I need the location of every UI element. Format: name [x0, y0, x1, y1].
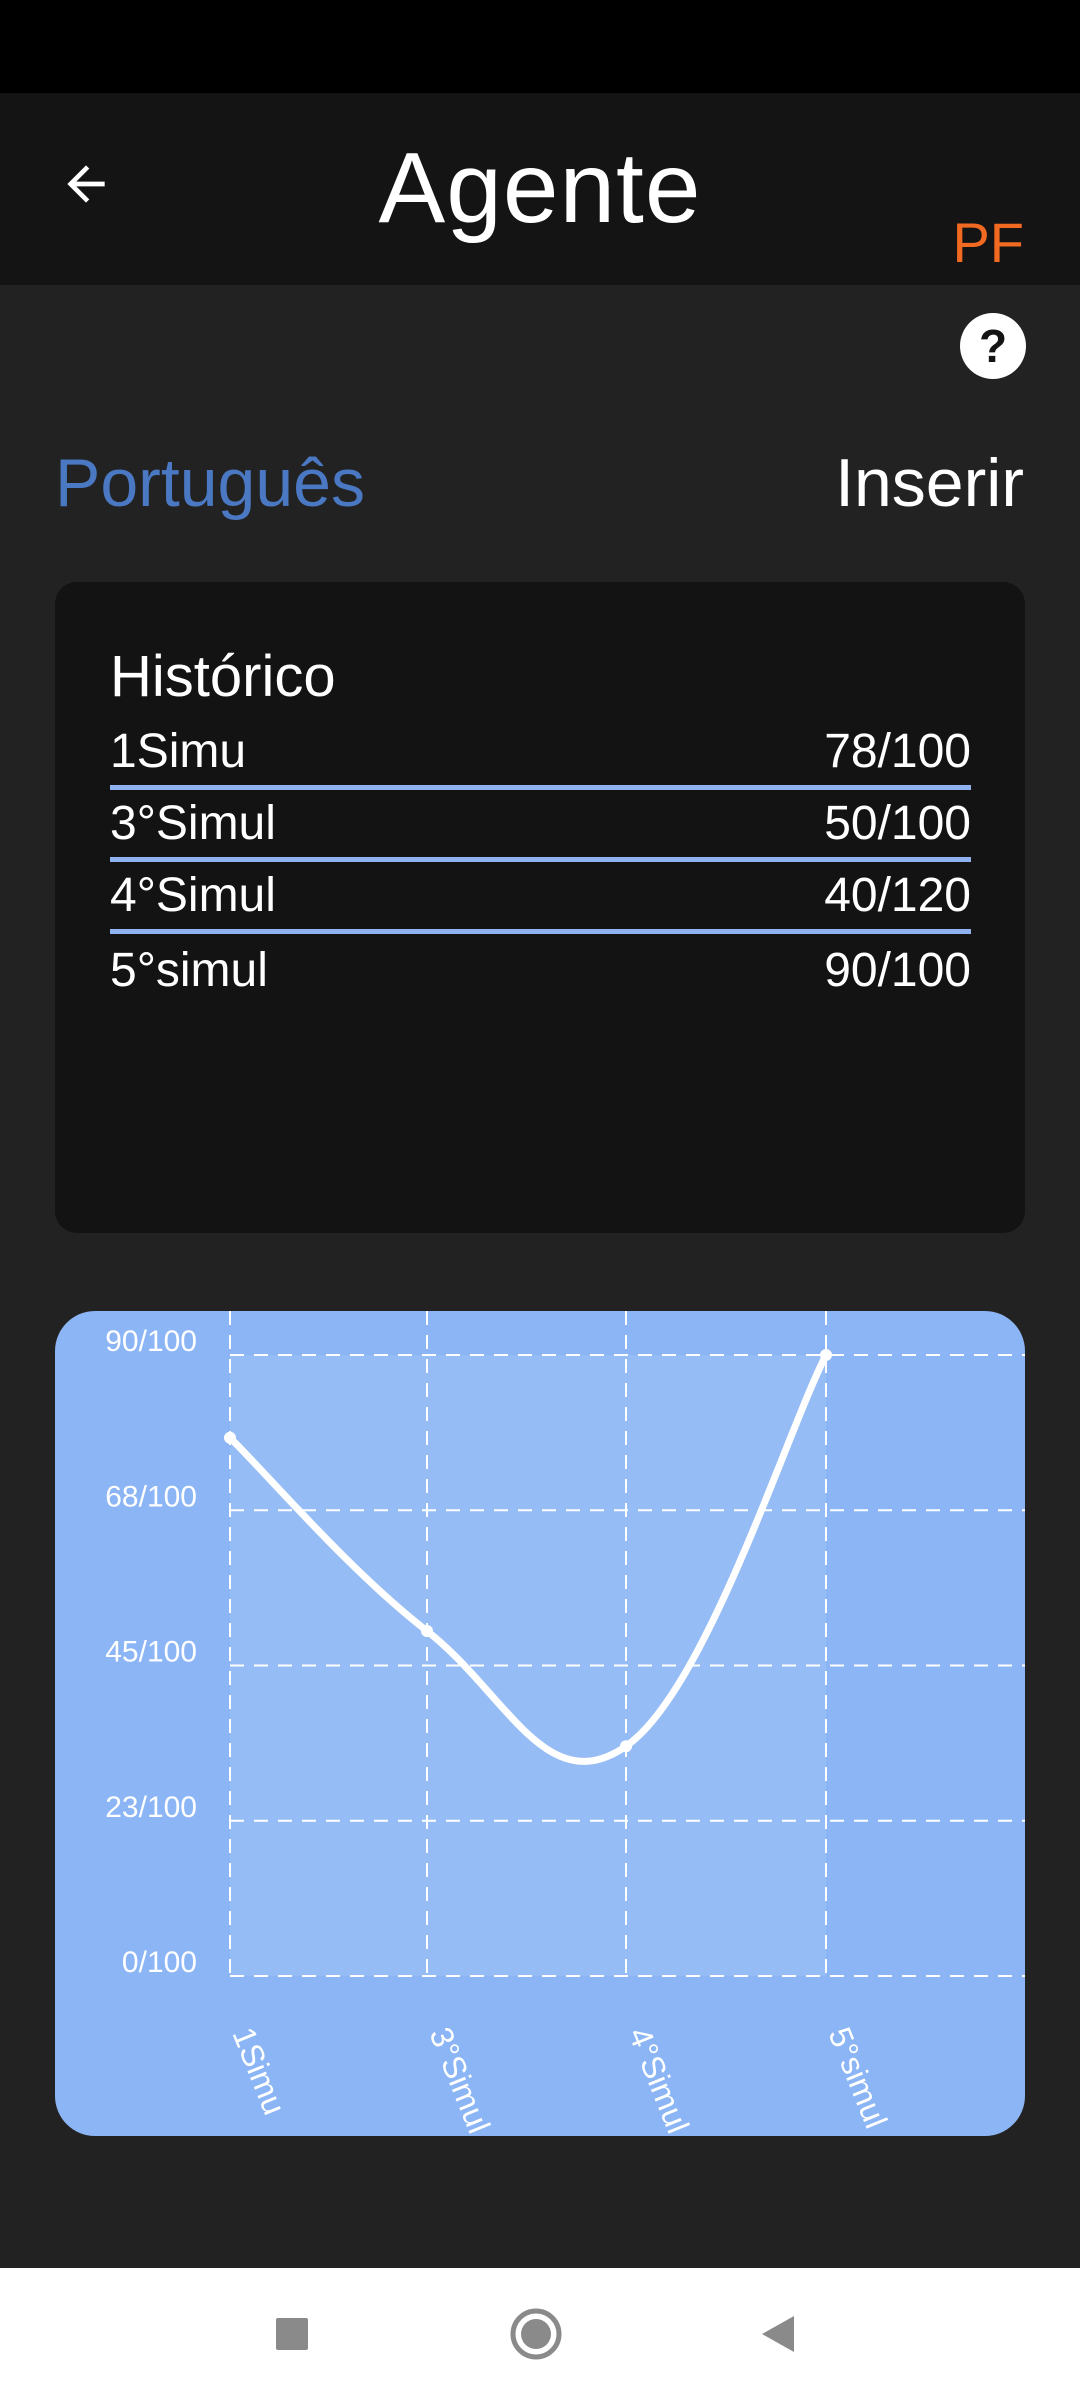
square-icon	[276, 2318, 308, 2350]
y-tick-label: 23/100	[105, 1791, 197, 1824]
y-tick-label: 45/100	[105, 1636, 197, 1669]
back-nav-button[interactable]	[742, 2298, 814, 2370]
circle-icon	[510, 2308, 562, 2360]
y-tick-label: 68/100	[105, 1480, 197, 1513]
history-row[interactable]: 3°Simul 50/100	[110, 790, 971, 862]
home-button[interactable]	[500, 2298, 572, 2370]
help-button[interactable]: ?	[960, 313, 1026, 379]
history-row-score: 40/120	[824, 869, 971, 922]
x-tick-label: 4°Simul	[622, 2022, 697, 2136]
history-row-score: 90/100	[824, 943, 971, 997]
history-row[interactable]: 4°Simul 40/120	[110, 862, 971, 934]
y-tick-label: 90/100	[105, 1325, 197, 1358]
app-title: Agente	[378, 132, 702, 244]
history-row-name: 4°Simul	[110, 869, 276, 922]
x-tick-label: 1Simu	[226, 2022, 293, 2120]
history-row-name: 1Simu	[110, 725, 247, 778]
status-bar	[0, 0, 1080, 93]
history-row-score: 78/100	[824, 725, 971, 778]
score-chart-svg: 0/100 23/100 45/100 68/100 90/100 1Simu 3°Simu…	[105, 1311, 1025, 2136]
app-bar: Agente PF	[0, 93, 1080, 285]
history-row[interactable]: 1Simu 78/100	[110, 718, 971, 790]
data-point	[620, 1740, 632, 1753]
history-row-name: 3°Simul	[110, 797, 276, 850]
history-row-name: 5°simul	[110, 943, 268, 997]
data-point	[224, 1431, 236, 1444]
history-list: 1Simu 78/100 3°Simul 50/100 4°Simul 40/1…	[110, 718, 971, 1006]
x-tick-label: 5°simul	[822, 2022, 895, 2133]
history-row-score: 50/100	[824, 797, 971, 850]
triangle-back-icon	[762, 2316, 794, 2352]
data-point	[421, 1625, 433, 1637]
insert-button[interactable]: Inserir	[835, 443, 1024, 523]
history-title: Histórico	[110, 644, 336, 709]
navigation-bar	[0, 2268, 1080, 2400]
history-card: Histórico 1Simu 78/100 3°Simul 50/100 4°…	[55, 582, 1025, 1233]
data-point	[820, 1349, 832, 1361]
profile-badge[interactable]: PF	[952, 211, 1024, 275]
recent-apps-button[interactable]	[256, 2298, 328, 2370]
x-tick-label: 3°Simul	[423, 2022, 498, 2136]
score-chart: 0/100 23/100 45/100 68/100 90/100 1Simu 3°Simu…	[55, 1311, 1025, 2136]
y-tick-label: 0/100	[122, 1946, 197, 1979]
history-row[interactable]: 5°simul 90/100	[110, 934, 971, 1006]
subject-label[interactable]: Português	[55, 443, 365, 523]
